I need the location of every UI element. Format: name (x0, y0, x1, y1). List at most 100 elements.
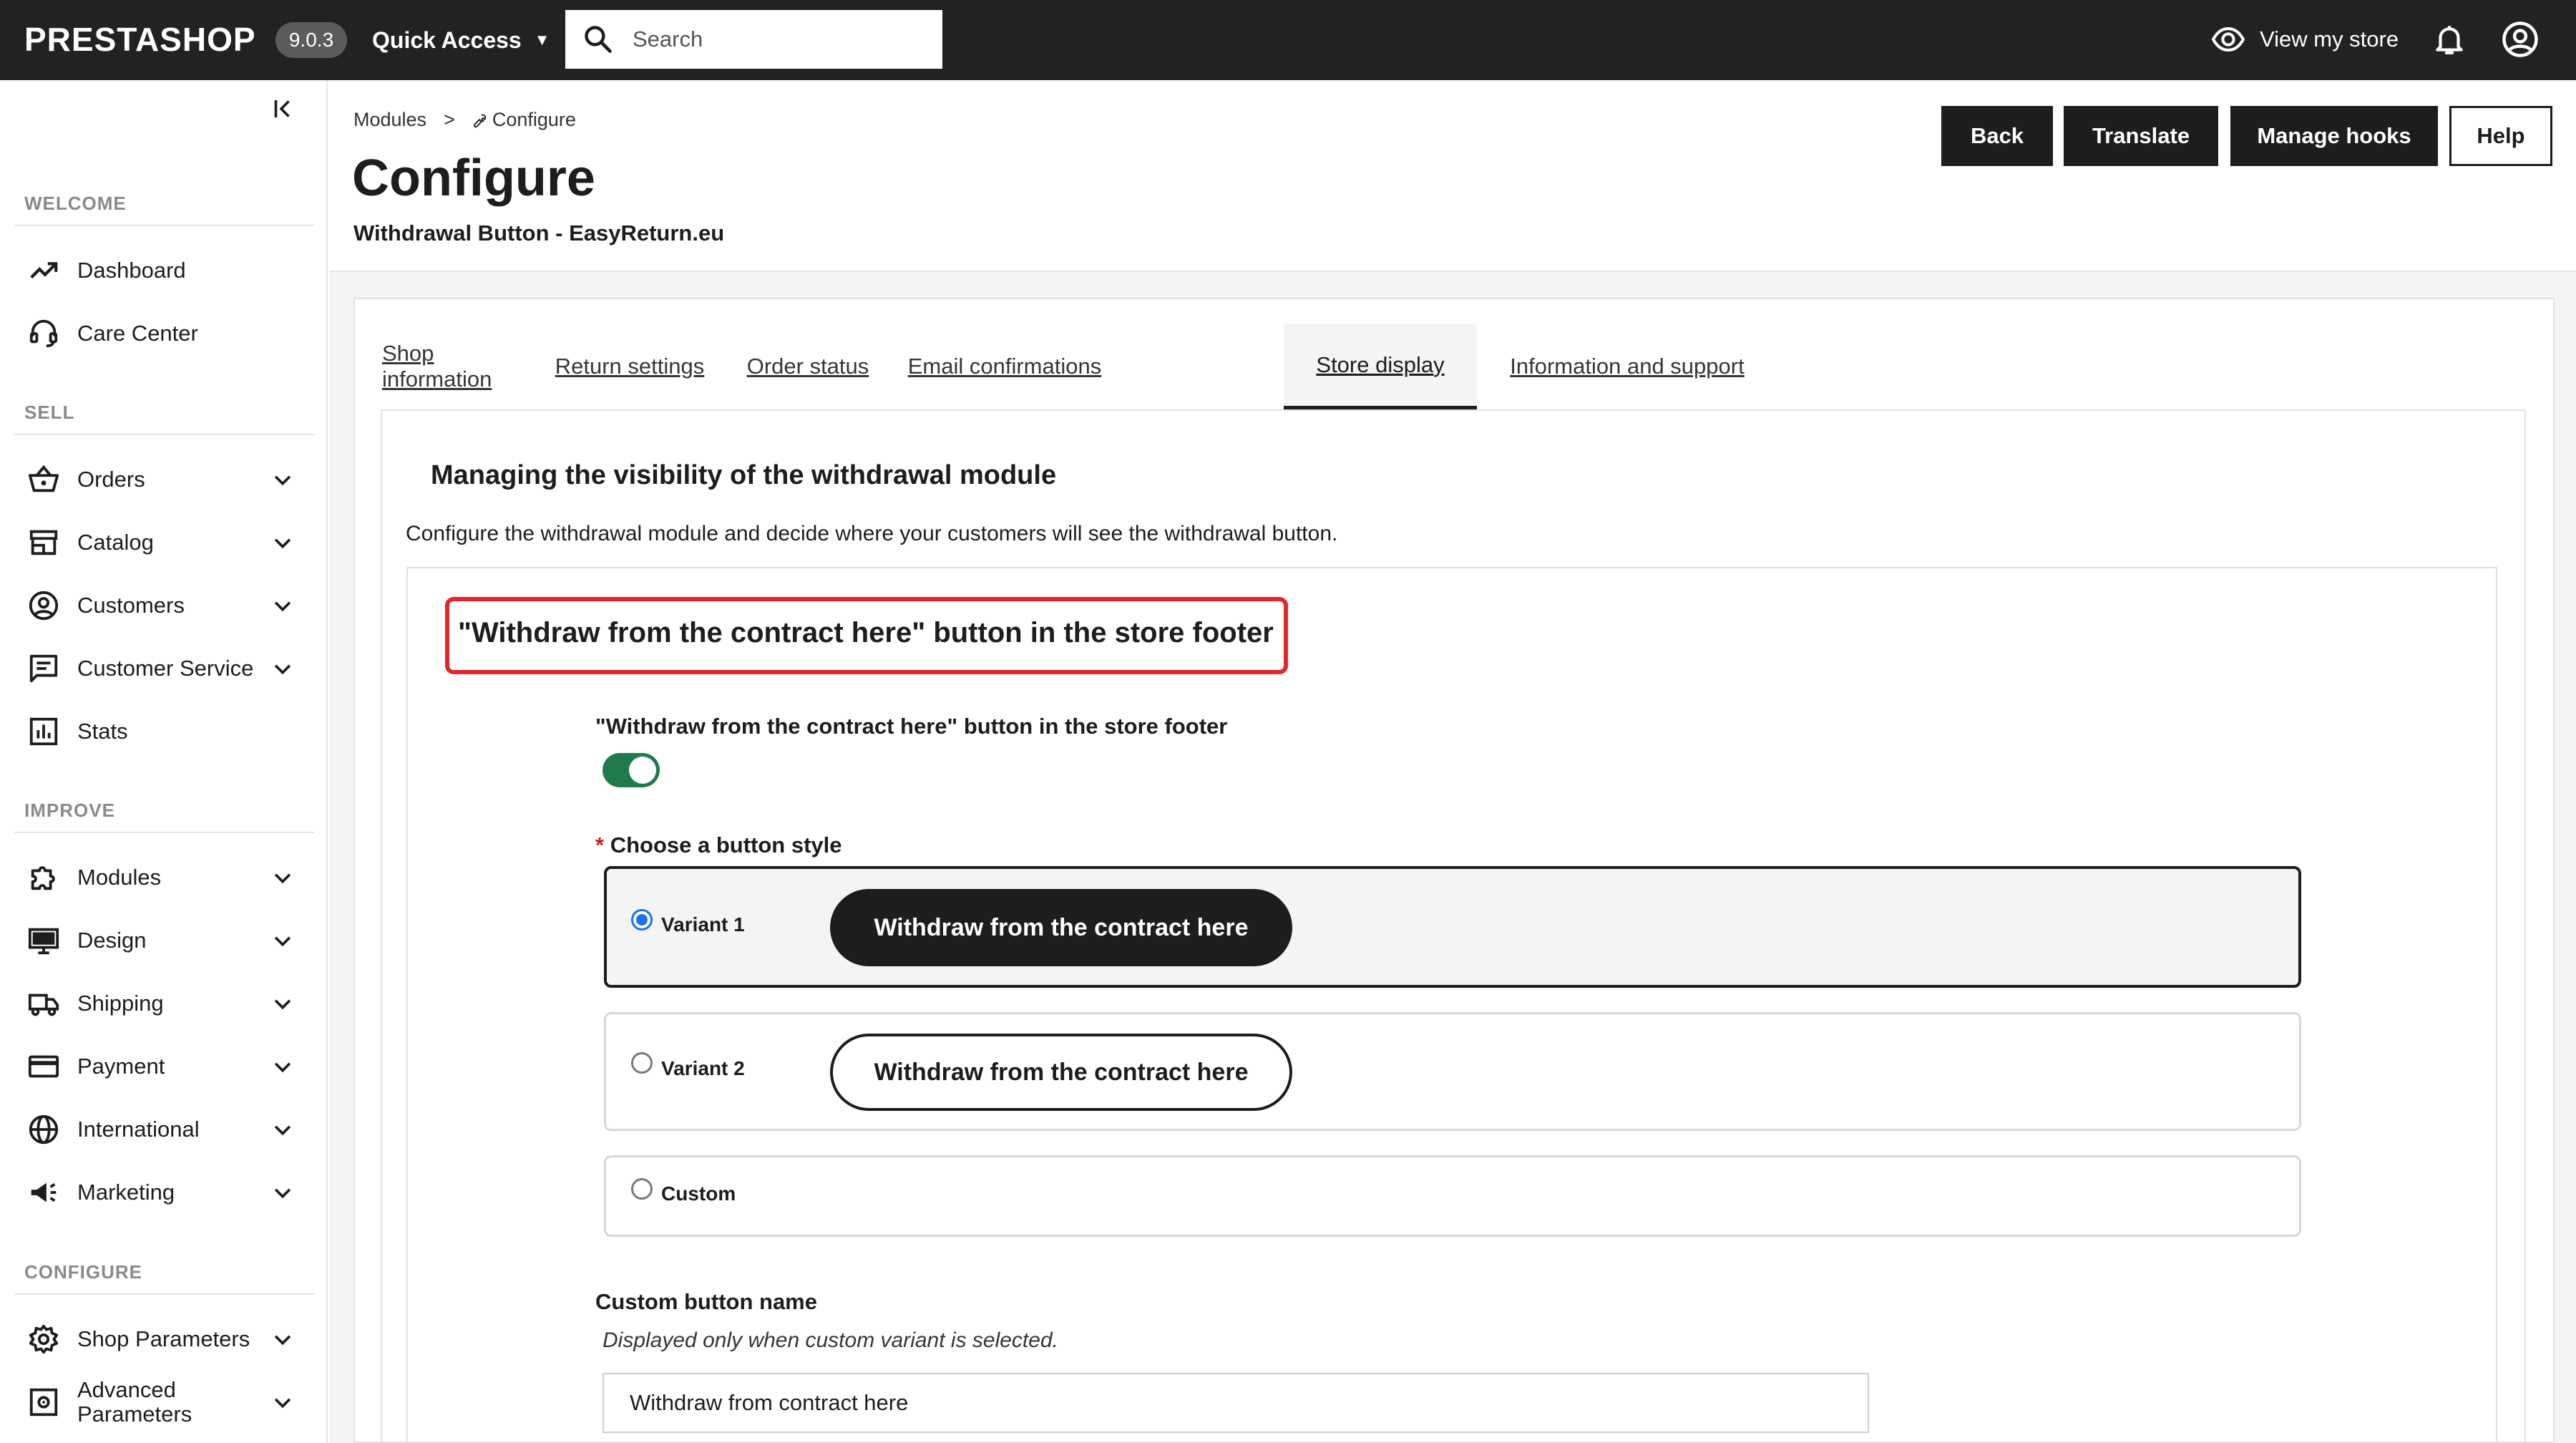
chat-icon (29, 654, 58, 683)
sidebar-item-label: Marketing (77, 1180, 175, 1205)
sidebar-item-label: Stats (77, 719, 128, 744)
sidebar-item-advanced-parameters[interactable]: Advanced Parameters (14, 1374, 315, 1431)
chevron-down-icon (274, 873, 291, 884)
prestashop-logo[interactable]: PRESTASHOP (24, 20, 256, 59)
search-input[interactable] (633, 26, 933, 52)
sidebar-item-design[interactable]: Design (14, 912, 315, 969)
tab-shop-information[interactable]: Shop information (382, 324, 518, 409)
chevron-down-icon (274, 1398, 291, 1409)
tab-email-confirmations[interactable]: Email confirmations (897, 324, 1112, 409)
page-title: Configure (352, 150, 595, 207)
sidebar-item-international[interactable]: International (14, 1101, 315, 1158)
custom-variant-radio[interactable] (631, 1178, 653, 1200)
breadcrumb-separator: > (444, 109, 455, 130)
truck-icon (28, 993, 59, 1016)
variant-1-radio[interactable] (631, 909, 653, 931)
help-button[interactable]: Help (2449, 106, 2552, 166)
chevron-down-icon (274, 601, 291, 612)
button-style-label: * Choose a button style (595, 832, 842, 858)
translate-button[interactable]: Translate (2064, 106, 2218, 166)
required-marker: * (595, 832, 605, 857)
version-badge: 9.0.3 (275, 22, 347, 58)
breadcrumb-configure-label: Configure (492, 109, 576, 130)
monitor-icon (28, 928, 59, 955)
puzzle-icon (31, 866, 55, 890)
chevron-down-icon (274, 538, 291, 549)
variant-2-radio[interactable] (631, 1052, 653, 1074)
sidebar-item-catalog[interactable]: Catalog (14, 514, 315, 571)
sidebar-item-label: Customer Service (77, 656, 254, 681)
search-icon (585, 26, 612, 53)
sidebar-item-label: Customers (77, 593, 185, 618)
chevron-down-icon (274, 1125, 291, 1136)
breadcrumb-modules[interactable]: Modules (353, 109, 426, 131)
chevron-down-icon (274, 1188, 291, 1199)
sidebar-item-label: Payment (77, 1054, 165, 1079)
sidebar-item-label: Dashboard (77, 258, 186, 283)
trending-up-icon (30, 262, 58, 279)
megaphone-icon (31, 1182, 57, 1202)
sidebar-item-care-center[interactable]: Care Center (14, 305, 315, 362)
config-tabs: Shop information Return settings Order s… (382, 324, 2526, 409)
toggle-knob (629, 757, 656, 784)
variant-1-preview-button: Withdraw from the contract here (830, 889, 1292, 966)
tab-order-status[interactable]: Order status (740, 324, 876, 409)
breadcrumb-configure: Configure (472, 109, 576, 131)
eye-icon (2211, 26, 2245, 52)
custom-button-name-input[interactable] (602, 1373, 1869, 1433)
divider (14, 1293, 315, 1295)
footer-button-toggle[interactable] (602, 753, 660, 787)
page-header: Modules > Configure Configure Withdrawal… (329, 80, 2576, 272)
custom-button-name-help: Displayed only when custom variant is se… (602, 1328, 1058, 1352)
breadcrumb: Modules > Configure (353, 109, 576, 131)
tab-information-and-support[interactable]: Information and support (1506, 324, 1749, 409)
view-my-store-label: View my store (2260, 26, 2399, 52)
sidebar-item-customers[interactable]: Customers (14, 577, 315, 634)
back-button[interactable]: Back (1941, 106, 2053, 166)
divider (14, 434, 315, 435)
sidebar-item-dashboard[interactable]: Dashboard (14, 242, 315, 299)
manage-hooks-button[interactable]: Manage hooks (2230, 106, 2438, 166)
view-my-store-link[interactable]: View my store (2211, 21, 2399, 57)
tab-return-settings[interactable]: Return settings (551, 324, 708, 409)
chevron-down-icon (274, 1335, 291, 1346)
chevron-down-icon (274, 999, 291, 1010)
sidebar: WELCOME Dashboard Care Center SELL Order… (0, 80, 328, 1443)
sidebar-item-modules[interactable]: Modules (14, 849, 315, 906)
collapse-sidebar-icon[interactable] (270, 96, 296, 122)
tab-store-display[interactable]: Store display (1284, 324, 1477, 409)
footer-toggle-label: "Withdraw from the contract here" button… (595, 714, 1228, 739)
globe-icon (29, 1114, 59, 1145)
bell-icon[interactable] (2431, 20, 2467, 59)
sidebar-item-payment[interactable]: Payment (14, 1038, 315, 1095)
search-box[interactable] (565, 10, 942, 69)
sidebar-item-label: Catalog (77, 530, 154, 555)
sidebar-item-label: Modules (77, 865, 162, 890)
section-heading: "Withdraw from the contract here" button… (458, 617, 1274, 648)
custom-button-name-label: Custom button name (595, 1289, 817, 1314)
sidebar-item-orders[interactable]: Orders (14, 451, 315, 508)
sidebar-item-label: International (77, 1117, 200, 1142)
panel-title: Managing the visibility of the withdrawa… (431, 460, 1057, 490)
user-account-icon[interactable] (2501, 20, 2540, 59)
sidebar-item-stats[interactable]: Stats (14, 703, 315, 760)
variant-2-preview-button: Withdraw from the contract here (830, 1034, 1292, 1111)
section-welcome: WELCOME (24, 193, 127, 214)
chevron-down-icon (274, 936, 291, 947)
button-style-label-text: Choose a button style (610, 832, 842, 857)
sidebar-item-customer-service[interactable]: Customer Service (14, 640, 315, 697)
settings-box-icon (29, 1388, 58, 1417)
headset-icon (29, 319, 58, 348)
quick-access-label: Quick Access (372, 26, 522, 53)
custom-variant-option[interactable] (604, 1155, 2301, 1237)
sidebar-item-label: Design (77, 928, 147, 953)
section-improve: IMPROVE (24, 800, 115, 821)
sidebar-item-shop-parameters[interactable]: Shop Parameters (14, 1311, 315, 1368)
variant-1-label: Variant 1 (661, 913, 745, 936)
sidebar-item-shipping[interactable]: Shipping (14, 975, 315, 1032)
sidebar-item-marketing[interactable]: Marketing (14, 1164, 315, 1221)
quick-access-dropdown[interactable]: Quick Access ▼ (372, 24, 550, 57)
variant-2-label: Variant 2 (661, 1057, 745, 1079)
section-configure: CONFIGURE (24, 1261, 142, 1283)
top-navigation-bar: PRESTASHOP 9.0.3 Quick Access ▼ View my … (0, 0, 2576, 80)
